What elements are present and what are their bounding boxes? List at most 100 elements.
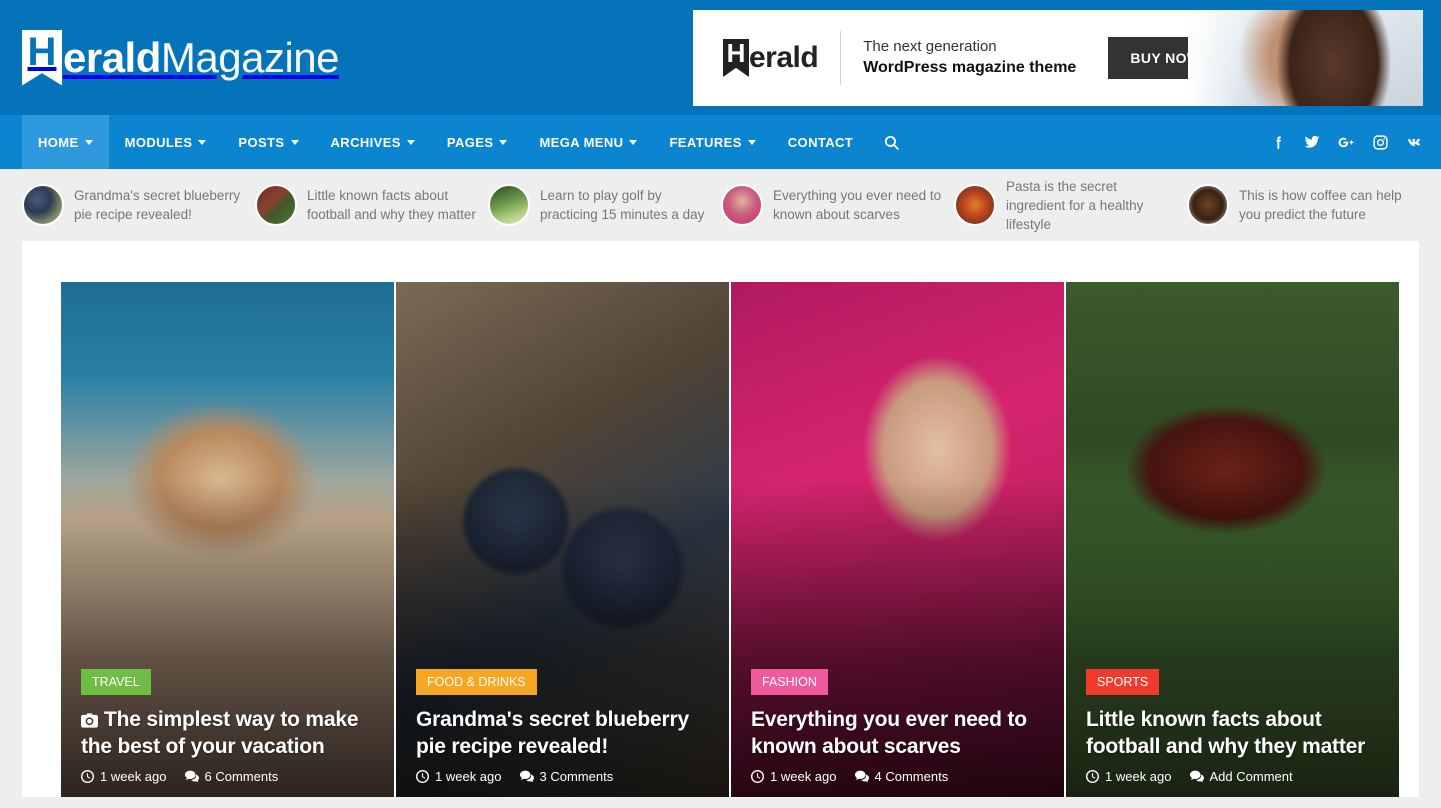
chevron-down-icon: [747, 139, 756, 145]
nav-item-posts[interactable]: POSTS: [222, 115, 314, 169]
card-comments-text: Add Comment: [1209, 769, 1293, 784]
ticker-item[interactable]: Grandma's secret blueberry pie recipe re…: [14, 184, 247, 226]
banner-photo: [1188, 10, 1423, 106]
banner-copy: The next generation WordPress magazine t…: [863, 37, 1076, 79]
category-badge[interactable]: FASHION: [751, 669, 828, 695]
nav-label-features: FEATURES: [669, 134, 742, 150]
card-title: The simplest way to make the best of you…: [81, 706, 378, 760]
ticker-title: Grandma's secret blueberry pie recipe re…: [74, 188, 241, 222]
card-time: 1 week ago: [81, 769, 167, 784]
card-content: TRAVEL The simplest way to make the best…: [81, 669, 378, 784]
card-title-text: Everything you ever need to known about …: [751, 708, 1027, 758]
card-meta: 1 week ago 6 Comments: [81, 769, 378, 784]
comments-icon: [1189, 770, 1204, 783]
chevron-down-icon: [629, 139, 638, 145]
card-title: Little known facts about football and wh…: [1086, 706, 1383, 760]
blueberries-thumb: [22, 184, 64, 226]
chevron-down-icon: [290, 139, 299, 145]
main-navigation: HOME MODULES POSTS ARCHIVES PAGES MEGA M…: [0, 115, 1441, 169]
card-comments[interactable]: 4 Comments: [854, 769, 948, 784]
banner-tagline-2: WordPress magazine theme: [863, 59, 1077, 77]
featured-card-travel[interactable]: TRAVEL The simplest way to make the best…: [61, 282, 394, 797]
comments-icon: [854, 770, 869, 783]
card-comments[interactable]: Add Comment: [1189, 769, 1293, 784]
ticker-item[interactable]: Everything you ever need to known about …: [713, 184, 946, 226]
card-meta: 1 week ago Add Comment: [1086, 769, 1383, 784]
card-time-text: 1 week ago: [770, 769, 837, 784]
card-time-text: 1 week ago: [100, 769, 167, 784]
card-time-text: 1 week ago: [435, 769, 502, 784]
logo-mark-letter: H: [27, 29, 57, 74]
social-links: [1269, 115, 1423, 169]
card-meta: 1 week ago 3 Comments: [416, 769, 713, 784]
ticker-item[interactable]: This is how coffee can help you predict …: [1179, 184, 1412, 226]
clock-icon: [1086, 770, 1099, 783]
google-plus-icon[interactable]: [1337, 133, 1355, 151]
ticker-title: Everything you ever need to known about …: [773, 188, 942, 222]
nav-label-home: HOME: [38, 134, 79, 150]
card-comments[interactable]: 6 Comments: [184, 769, 279, 784]
featured-card-sports[interactable]: SPORTS Little known facts about football…: [1066, 282, 1399, 797]
ticker-title: Little known facts about football and wh…: [307, 188, 476, 222]
chevron-down-icon: [406, 139, 415, 145]
pasta-thumb: [954, 184, 996, 226]
nav-item-pages[interactable]: PAGES: [431, 115, 524, 169]
card-title-text: The simplest way to make the best of you…: [81, 708, 359, 758]
camera-icon: [81, 713, 98, 728]
site-logo[interactable]: H eraldMagazine: [22, 28, 340, 88]
facebook-icon[interactable]: [1269, 133, 1287, 151]
banner-divider: [840, 31, 842, 85]
card-title-text: Little known facts about football and wh…: [1086, 708, 1366, 758]
category-badge[interactable]: FOOD & DRINKS: [416, 669, 537, 695]
banner-logo-mark-letter: H: [726, 38, 746, 68]
logo-bold-part: erald: [63, 33, 161, 81]
nav-label-contact: CONTACT: [787, 134, 854, 150]
nav-item-archives[interactable]: ARCHIVES: [315, 115, 431, 169]
ticker-item[interactable]: Little known facts about football and wh…: [247, 184, 480, 226]
card-content: FOOD & DRINKS Grandma's secret blueberry…: [416, 669, 713, 784]
comments-icon: [519, 770, 534, 783]
banner-logo-text: erald: [749, 41, 819, 74]
banner-ad[interactable]: H erald The next generation WordPress ma…: [693, 10, 1423, 106]
bookmark-icon: H: [22, 29, 62, 86]
card-title: Everything you ever need to known about …: [751, 706, 1048, 760]
nav-item-contact[interactable]: CONTACT: [772, 115, 869, 169]
card-comments-text: 6 Comments: [204, 769, 279, 784]
logo-light-part: Magazine: [160, 33, 340, 81]
category-badge[interactable]: TRAVEL: [81, 669, 151, 695]
nav-item-home[interactable]: HOME: [22, 115, 109, 169]
ticker-item[interactable]: Pasta is the secret ingredient for a hea…: [946, 177, 1179, 234]
ticker-item[interactable]: Learn to play golf by practicing 15 minu…: [480, 184, 713, 226]
card-title: Grandma's secret blueberry pie recipe re…: [416, 706, 713, 760]
featured-card-food[interactable]: FOOD & DRINKS Grandma's secret blueberry…: [396, 282, 729, 797]
comments-icon: [184, 770, 199, 783]
scarf-thumb: [721, 184, 763, 226]
news-ticker: Grandma's secret blueberry pie recipe re…: [0, 169, 1441, 241]
search-button[interactable]: [869, 115, 914, 169]
nav-items: HOME MODULES POSTS ARCHIVES PAGES MEGA M…: [22, 115, 914, 169]
card-title-text: Grandma's secret blueberry pie recipe re…: [416, 708, 689, 758]
featured-card-fashion[interactable]: FASHION Everything you ever need to know…: [731, 282, 1064, 797]
instagram-icon[interactable]: [1371, 133, 1389, 151]
nav-label-posts: POSTS: [238, 134, 285, 150]
card-content: FASHION Everything you ever need to know…: [751, 669, 1048, 784]
chevron-down-icon: [499, 139, 508, 145]
twitter-icon[interactable]: [1303, 133, 1321, 151]
ticker-title: Learn to play golf by practicing 15 minu…: [540, 188, 705, 222]
content-area: TRAVEL The simplest way to make the best…: [22, 241, 1419, 797]
category-badge[interactable]: SPORTS: [1086, 669, 1160, 695]
chevron-down-icon: [198, 139, 207, 145]
logo-text: eraldMagazine: [63, 33, 340, 81]
football-thumb: [255, 184, 297, 226]
nav-label-pages: PAGES: [446, 134, 494, 150]
nav-item-features[interactable]: FEATURES: [653, 115, 771, 169]
clock-icon: [751, 770, 764, 783]
ticker-title: This is how coffee can help you predict …: [1239, 188, 1402, 222]
nav-item-mega-menu[interactable]: MEGA MENU: [523, 115, 653, 169]
card-comments-text: 3 Comments: [539, 769, 614, 784]
nav-item-modules[interactable]: MODULES: [109, 115, 223, 169]
card-comments[interactable]: 3 Comments: [519, 769, 614, 784]
vk-icon[interactable]: [1405, 133, 1423, 151]
banner-tagline-1: The next generation: [863, 38, 997, 56]
ticker-title: Pasta is the secret ingredient for a hea…: [1006, 178, 1144, 232]
